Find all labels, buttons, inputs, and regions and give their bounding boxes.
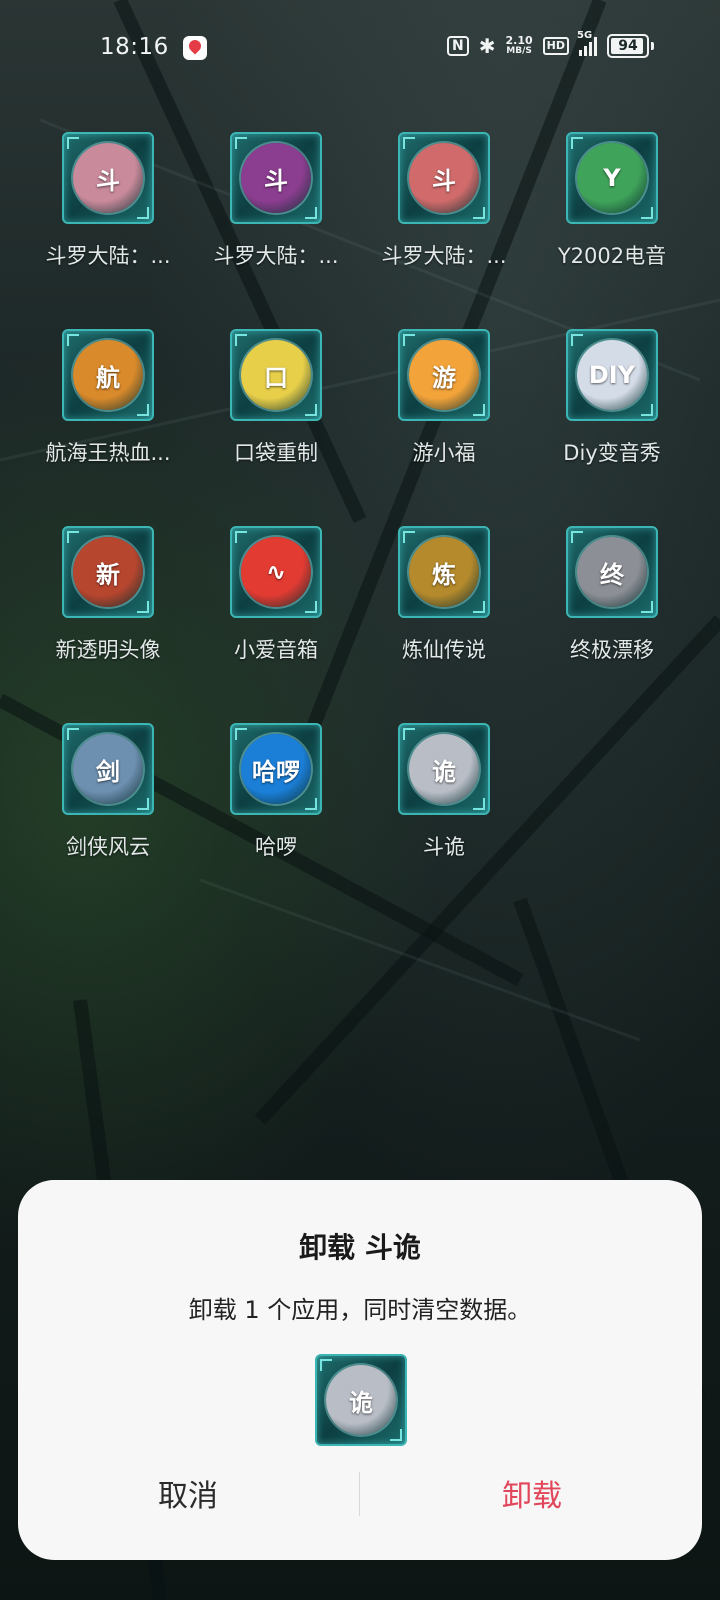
app-label: 斗诡 (423, 835, 465, 859)
map-notification-icon (183, 36, 207, 60)
app-shortcut[interactable]: 炼炼仙传说 (360, 526, 528, 723)
lion-warrior-icon: 炼 (398, 526, 490, 618)
dialog-app-icon: 诡 (315, 1354, 407, 1446)
app-shortcut[interactable]: 口口袋重制 (192, 329, 360, 526)
app-label: 剑侠风云 (66, 835, 150, 859)
diy-logo-icon: DIY (566, 329, 658, 421)
game-character-icon: 斗 (398, 132, 490, 224)
app-label: 斗罗大陆：... (381, 244, 507, 268)
network-speed-unit: MB/S (506, 46, 532, 56)
app-shortcut[interactable]: 斗斗罗大陆：... (360, 132, 528, 329)
app-grid: 斗斗罗大陆：... 斗斗罗大陆：... 斗斗罗大陆：... Y Y2002电音航航海王热… (24, 132, 696, 920)
nfc-icon: N (447, 36, 469, 56)
battery-icon: 94 (607, 34, 649, 58)
app-label: 航海王热血... (45, 441, 171, 465)
app-shortcut[interactable]: ∿ 小爱音箱 (192, 526, 360, 723)
network-speed: 2.10 MB/S (506, 35, 533, 57)
app-shortcut[interactable]: 斗斗罗大陆：... (192, 132, 360, 329)
cartoon-avatar-icon: 新 (62, 526, 154, 618)
cancel-button[interactable]: 取消 (38, 1472, 338, 1522)
dialog-title: 卸载 斗诡 (299, 1231, 421, 1264)
app-shortcut[interactable]: DIY Diy变音秀 (528, 329, 696, 526)
battery-percent: 94 (618, 38, 638, 54)
car-icon: 终 (566, 526, 658, 618)
sound-wave-icon: ∿ (230, 526, 322, 618)
app-shortcut[interactable]: 游游小福 (360, 329, 528, 526)
network-speed-value: 2.10 (505, 34, 533, 47)
bluetooth-icon: ✱ (478, 34, 496, 58)
pirate-character-icon: 航 (62, 329, 154, 421)
network-type-label: 5G (577, 30, 593, 41)
hd-voice-icon: HD (542, 37, 569, 55)
dialog-message: 卸载 1 个应用，同时清空数据。 (188, 1296, 532, 1324)
app-shortcut[interactable]: 斗斗罗大陆：... (24, 132, 192, 329)
dialog-button-bar: 取消 卸载 (18, 1460, 702, 1560)
app-label: 哈啰 (255, 835, 297, 859)
cellular-signal-icon: 5G (577, 30, 597, 56)
app-shortcut[interactable]: 剑剑侠风云 (24, 723, 192, 920)
status-bar: 18:16 N ✱ 2.10 MB/S HD 5G 94 (0, 0, 720, 96)
app-shortcut[interactable]: 航航海王热血... (24, 329, 192, 526)
app-shortcut[interactable]: 诡斗诡 (360, 723, 528, 920)
cube-icon: Y (566, 132, 658, 224)
uninstall-dialog: 卸载 斗诡 卸载 1 个应用，同时清空数据。 诡 取消 卸载 (18, 1180, 702, 1560)
game-character-icon: 斗 (62, 132, 154, 224)
tiger-gamepad-icon: 游 (398, 329, 490, 421)
app-label: 终极漂移 (570, 638, 654, 662)
app-label: 斗罗大陆：... (213, 244, 339, 268)
game-character-icon: 斗 (230, 132, 322, 224)
app-label: 新透明头像 (55, 638, 161, 662)
white-hair-character-icon: 诡 (398, 723, 490, 815)
app-label: 口袋重制 (234, 441, 318, 465)
app-shortcut[interactable]: 终终极漂移 (528, 526, 696, 723)
app-label: 炼仙传说 (402, 638, 486, 662)
app-label: 斗罗大陆：... (45, 244, 171, 268)
clock-time: 18:16 (100, 34, 169, 60)
hello-logo-icon: 哈啰 (230, 723, 322, 815)
app-label: Diy变音秀 (563, 441, 661, 465)
app-label: Y2002电音 (557, 244, 667, 268)
app-shortcut[interactable]: 哈啰 哈啰 (192, 723, 360, 920)
app-label: 游小福 (412, 441, 476, 465)
app-label: 小爱音箱 (234, 638, 318, 662)
button-divider (359, 1472, 360, 1516)
swordsman-icon: 剑 (62, 723, 154, 815)
uninstall-button[interactable]: 卸载 (382, 1472, 682, 1522)
pokemon-icon: 口 (230, 329, 322, 421)
app-shortcut[interactable]: Y Y2002电音 (528, 132, 696, 329)
app-shortcut[interactable]: 新新透明头像 (24, 526, 192, 723)
